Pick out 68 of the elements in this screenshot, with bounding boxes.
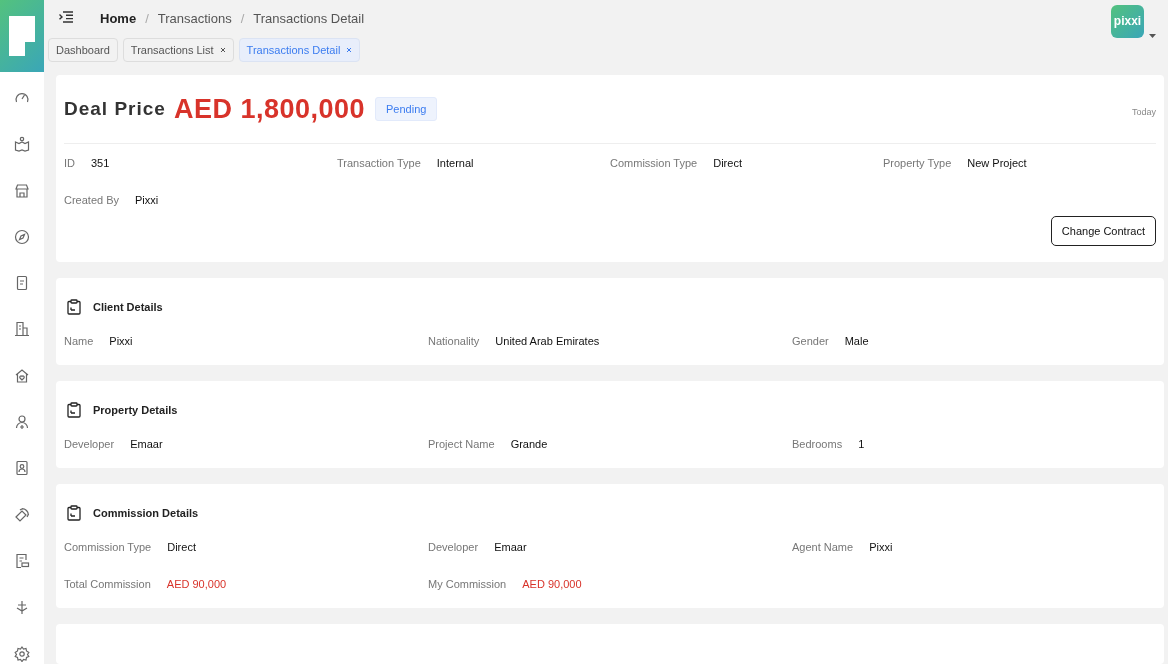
building-icon[interactable]	[14, 321, 30, 338]
close-icon[interactable]	[219, 47, 226, 53]
field-label: Property Type	[883, 156, 952, 171]
field-label: Developer	[428, 540, 479, 555]
field-label: ID	[64, 156, 75, 171]
clipboard-icon	[67, 505, 81, 521]
page-tab[interactable]: Dashboard	[48, 38, 118, 62]
anchor-icon[interactable]	[14, 599, 30, 616]
date-text: Today	[1131, 107, 1156, 117]
field-label: My Commission	[428, 577, 507, 592]
close-icon[interactable]	[346, 47, 353, 53]
field-value: 1	[858, 437, 865, 452]
caret-icon[interactable]	[1149, 33, 1156, 38]
menu-icon[interactable]	[59, 11, 73, 23]
status-tag: Pending	[375, 97, 438, 121]
app-logo[interactable]	[0, 0, 44, 72]
field-value: Emaar	[130, 437, 163, 452]
field-label: Transaction Type	[337, 156, 421, 171]
section-title: Property Details	[93, 404, 178, 416]
field-value: Pixxi	[869, 540, 893, 555]
field-value: Internal	[436, 156, 474, 171]
deal-price-label: Deal Price	[64, 98, 166, 120]
map-icon[interactable]	[14, 136, 30, 153]
field-label: Created By	[64, 193, 120, 208]
field-value: 351	[91, 156, 110, 171]
field-value: Pixxi	[135, 193, 159, 208]
breadcrumb-item: Transactions Detail	[253, 10, 365, 26]
field-value: AED 90,000	[522, 577, 582, 592]
field-value: New Project	[967, 156, 1027, 171]
section-title: Client Details	[93, 301, 163, 313]
field-label: Name	[64, 334, 94, 349]
field-label: Nationality	[428, 334, 480, 349]
field-value: Direct	[167, 540, 196, 555]
ticket-icon[interactable]	[14, 506, 30, 523]
section-title: Commission Details	[93, 507, 199, 519]
breadcrumb-separator: /	[240, 10, 245, 26]
document-icon[interactable]	[14, 275, 30, 292]
field-label: Agent Name	[792, 540, 854, 555]
breadcrumb-item[interactable]: Home	[100, 10, 137, 26]
field-value: Emaar	[494, 540, 527, 555]
field-value: Pixxi	[109, 334, 133, 349]
house-heart-icon[interactable]	[14, 367, 30, 384]
user-add-icon[interactable]	[14, 414, 30, 431]
receipt-icon[interactable]	[14, 552, 30, 569]
page-tab[interactable]: Transactions Detail	[238, 38, 361, 62]
settings-icon[interactable]	[14, 645, 30, 662]
page-tab[interactable]: Transactions List	[122, 38, 234, 62]
deal-price: AED 1,800,000	[173, 93, 366, 125]
breadcrumb-item[interactable]: Transactions	[157, 10, 232, 26]
field-label: Total Commission	[64, 577, 151, 592]
field-label: Commission Type	[64, 540, 152, 555]
field-value: Grande	[510, 437, 548, 452]
clipboard-icon	[67, 402, 81, 418]
field-value: United Arab Emirates	[495, 334, 600, 349]
breadcrumb-separator: /	[145, 10, 149, 26]
contact-card-icon[interactable]	[14, 460, 30, 477]
change-contract-button[interactable]: Change Contract	[1050, 216, 1156, 246]
field-label: Project Name	[428, 437, 495, 452]
field-label: Commission Type	[610, 156, 698, 171]
field-label: Bedrooms	[792, 437, 843, 452]
compass-icon[interactable]	[14, 228, 30, 245]
field-label: Gender	[792, 334, 829, 349]
field-value: Direct	[713, 156, 742, 171]
store-icon[interactable]	[14, 182, 30, 199]
field-value: Male	[844, 334, 869, 349]
field-value: AED 90,000	[166, 577, 227, 592]
field-label: Developer	[64, 437, 115, 452]
clipboard-icon	[67, 299, 81, 315]
